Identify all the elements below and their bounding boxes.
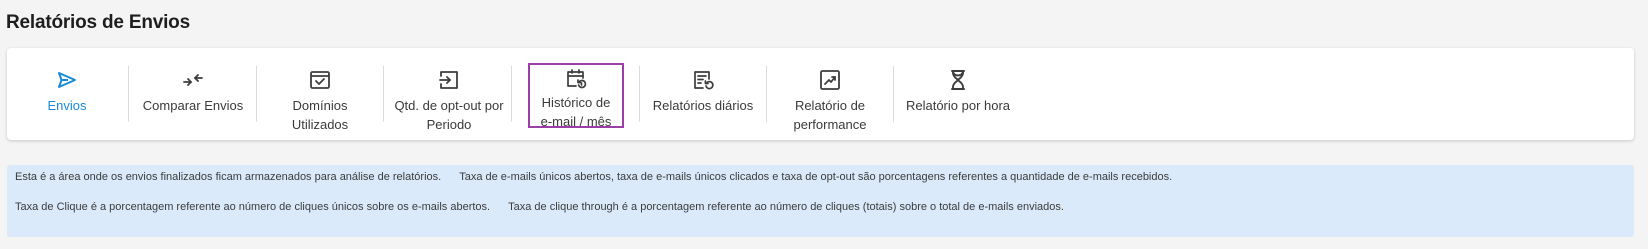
tab-relatorio-por-hora[interactable]: Relatório por hora: [901, 48, 1015, 140]
tab-relatorios-diarios[interactable]: Relatórios diários: [647, 48, 759, 140]
info-line-1: Esta é a área onde os envios finalizados…: [15, 171, 1172, 183]
tab-divider: [511, 66, 512, 122]
page-title: Relatórios de Envios: [6, 12, 190, 33]
tab-divider: [639, 66, 640, 122]
tab-divider: [766, 66, 767, 122]
tab-comparar-envios[interactable]: Comparar Envios: [135, 48, 251, 140]
report-tabs-toolbar: Envios Comparar Envios Domínios Utilizad…: [7, 48, 1634, 140]
tab-envios[interactable]: Envios: [7, 48, 127, 140]
tab-comparar-label: Comparar Envios: [142, 98, 244, 113]
send-icon: [54, 68, 80, 92]
tab-relatorio-performance[interactable]: Relatório de performance: [777, 48, 883, 140]
compare-arrows-icon: [180, 68, 206, 92]
tab-divider: [256, 66, 257, 122]
login-icon: [436, 68, 462, 92]
tab-divider: [383, 66, 384, 122]
tab-divider: [893, 66, 894, 122]
tab-envios-label: Envios: [47, 98, 87, 113]
inbox-icon: [307, 68, 333, 92]
report-history-icon: [690, 68, 716, 92]
tab-diarios-label: Relatórios diários: [652, 98, 754, 113]
info-panel: Esta é a área onde os envios finalizados…: [7, 165, 1634, 237]
tab-opt-out-periodo[interactable]: Qtd. de opt-out por Periodo: [387, 48, 511, 140]
tab-hora-label: Relatório por hora: [905, 98, 1011, 113]
tab-historico-label: Histórico de e-mail / mês: [540, 95, 612, 129]
tab-dominios-label: Domínios Utilizados: [291, 98, 349, 132]
tab-optout-label: Qtd. de opt-out por Periodo: [394, 98, 504, 132]
tab-historico-email-mes[interactable]: Histórico de e-mail / mês: [528, 63, 624, 129]
tab-dominios-utilizados[interactable]: Domínios Utilizados: [263, 48, 377, 140]
info-text-taxas-unicos: Taxa de e-mails únicos abertos, taxa de …: [459, 171, 1173, 183]
hourglass-icon: [945, 68, 971, 92]
tab-performance-label: Relatório de performance: [793, 98, 867, 132]
info-text-envios-finalizados: Esta é a área onde os envios finalizados…: [15, 171, 442, 183]
info-line-2: Taxa de Clique é a porcentagem referente…: [15, 201, 1064, 213]
tab-divider: [128, 66, 129, 122]
info-text-taxa-clique: Taxa de Clique é a porcentagem referente…: [15, 201, 491, 213]
calendar-history-icon: [563, 67, 589, 91]
trending-chart-icon: [817, 68, 843, 92]
info-text-clique-through: Taxa de clique through é a porcentagem r…: [508, 201, 1064, 213]
